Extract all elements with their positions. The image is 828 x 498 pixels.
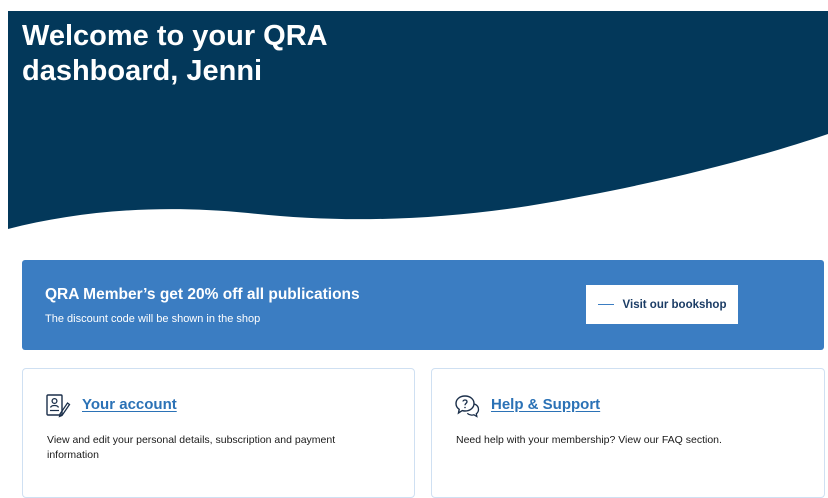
- page-title: Welcome to your QRA dashboard, Jenni: [22, 20, 327, 87]
- account-document-icon: [46, 394, 71, 418]
- hero-banner: Welcome to your QRA dashboard, Jenni: [8, 11, 828, 236]
- dash-icon: [597, 303, 614, 306]
- promo-subtitle: The discount code will be shown in the s…: [45, 313, 261, 325]
- your-account-link[interactable]: Your account: [82, 396, 177, 413]
- promo-banner: QRA Member’s get 20% off all publication…: [22, 260, 824, 350]
- your-account-description: View and edit your personal details, sub…: [47, 434, 336, 461]
- help-chat-icon: [455, 395, 480, 418]
- help-support-link[interactable]: Help & Support: [491, 396, 600, 413]
- visit-bookshop-label: Visit our bookshop: [622, 298, 727, 311]
- visit-bookshop-button[interactable]: Visit our bookshop: [586, 285, 738, 324]
- promo-title: QRA Member’s get 20% off all publication…: [45, 286, 360, 303]
- help-support-description: Need help with your membership? View our…: [456, 434, 722, 446]
